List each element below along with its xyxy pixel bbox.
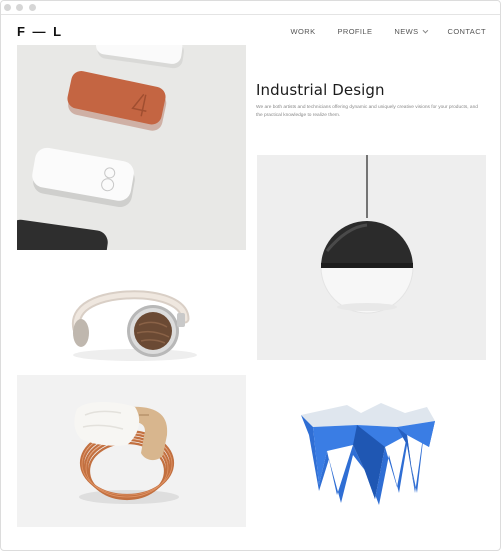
nav-item-contact[interactable]: CONTACT: [448, 27, 487, 36]
gallery-item-pendant-lamp[interactable]: [257, 155, 486, 360]
power-banks-image: [17, 45, 246, 250]
page-description: We are both artists and technicians offe…: [256, 105, 478, 118]
window-titlebar: [1, 1, 500, 15]
nav-item-news[interactable]: NEWS: [394, 27, 428, 36]
browser-window: F — L WORK PROFILE NEWS CONTACT Industri…: [0, 0, 501, 551]
gallery-item-headphones[interactable]: [17, 259, 246, 363]
nav-item-label: CONTACT: [447, 27, 486, 36]
window-control-maximize[interactable]: [29, 4, 36, 11]
nav-item-label: PROFILE: [337, 27, 373, 36]
gallery-item-power-banks[interactable]: [17, 45, 246, 250]
gallery-item-copper-coil[interactable]: [17, 375, 246, 527]
main-nav: WORK PROFILE NEWS CONTACT: [269, 27, 486, 36]
gallery-item-blue-stool[interactable]: [257, 375, 486, 527]
window-control-close[interactable]: [4, 4, 11, 11]
page-title: Industrial Design: [256, 81, 385, 99]
nav-item-label: WORK: [290, 27, 316, 36]
site-logo[interactable]: F — L: [17, 24, 63, 39]
blue-stool-image: [257, 375, 486, 527]
copper-coil-image: [17, 375, 246, 527]
nav-item-work[interactable]: WORK: [291, 27, 316, 36]
nav-item-profile[interactable]: PROFILE: [337, 27, 372, 36]
nav-item-label: NEWS: [394, 27, 419, 36]
pendant-lamp-image: [257, 155, 486, 360]
chevron-down-icon: [422, 27, 428, 33]
window-control-minimize[interactable]: [16, 4, 23, 11]
headphones-image: [17, 259, 246, 363]
